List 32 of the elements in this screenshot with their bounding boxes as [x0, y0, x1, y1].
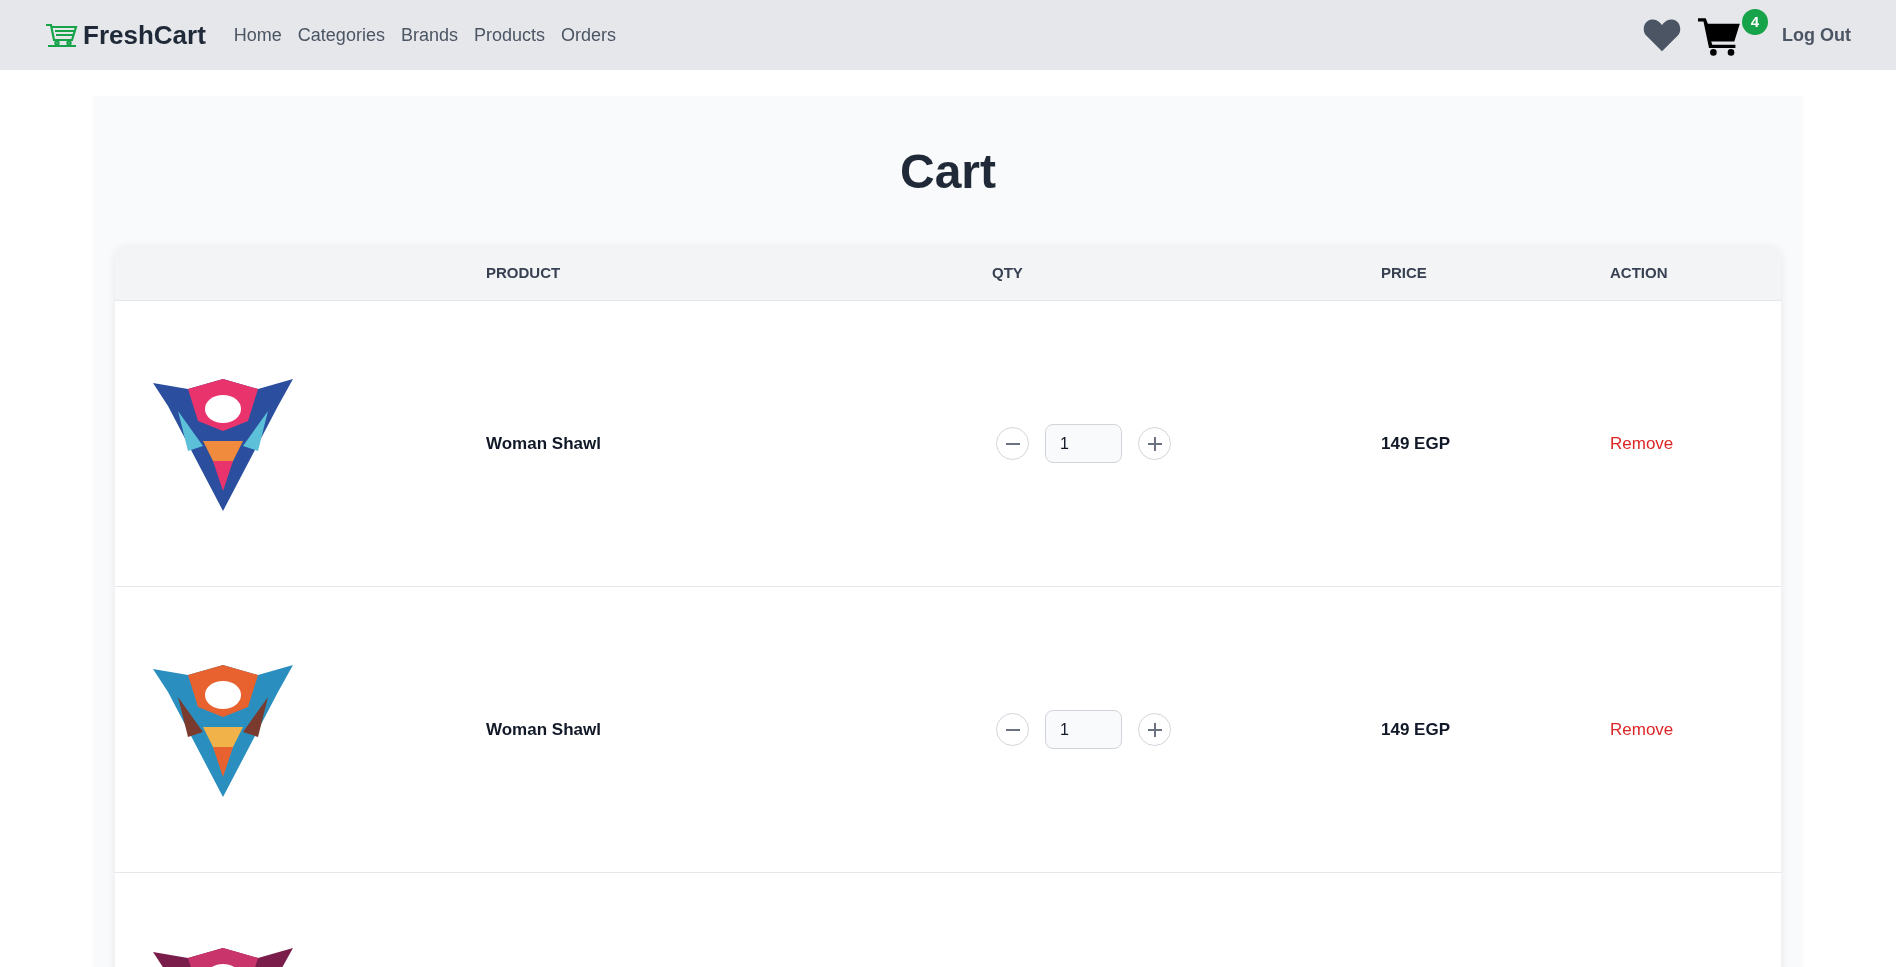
product-name: Woman Shawl: [486, 432, 602, 455]
increase-button[interactable]: [1138, 713, 1171, 746]
logout-link[interactable]: Log Out: [1782, 21, 1851, 49]
column-header: QTY: [992, 262, 1024, 283]
minus-icon: [1005, 728, 1020, 731]
cart-count-badge: 4: [1742, 9, 1768, 35]
minus-icon: [1005, 442, 1020, 445]
nav-link[interactable]: Products: [473, 21, 545, 49]
decrease-button[interactable]: [996, 713, 1029, 746]
increase-button[interactable]: [1138, 427, 1171, 460]
product-name: Woman Shawl: [486, 718, 602, 741]
plus-icon: [1147, 722, 1162, 737]
column-header: PRICE: [1381, 262, 1428, 283]
nav-link[interactable]: Categories: [297, 21, 385, 49]
remove-link[interactable]: Remove: [1610, 716, 1781, 743]
price-text: 149 EGP: [1381, 432, 1451, 455]
brand-name[interactable]: FreshCart: [83, 15, 206, 55]
column-header: ACTION: [1610, 262, 1669, 283]
shopping-cart-icon[interactable]: [1698, 17, 1742, 57]
nav-link[interactable]: Orders: [561, 21, 616, 49]
page-title: Cart: [899, 148, 997, 196]
quantity-field[interactable]: 1: [1045, 424, 1122, 463]
column-header: PRODUCT: [486, 262, 562, 283]
nav-link[interactable]: Brands: [400, 21, 458, 49]
price-text: 149 EGP: [1381, 718, 1451, 741]
shopping-cart-icon: [45, 22, 79, 48]
remove-link[interactable]: Remove: [1610, 430, 1781, 457]
heart-icon[interactable]: [1642, 17, 1682, 53]
plus-icon: [1147, 436, 1162, 451]
decrease-button[interactable]: [996, 427, 1029, 460]
quantity-field[interactable]: 1: [1045, 710, 1122, 749]
nav-link[interactable]: Home: [233, 21, 282, 49]
